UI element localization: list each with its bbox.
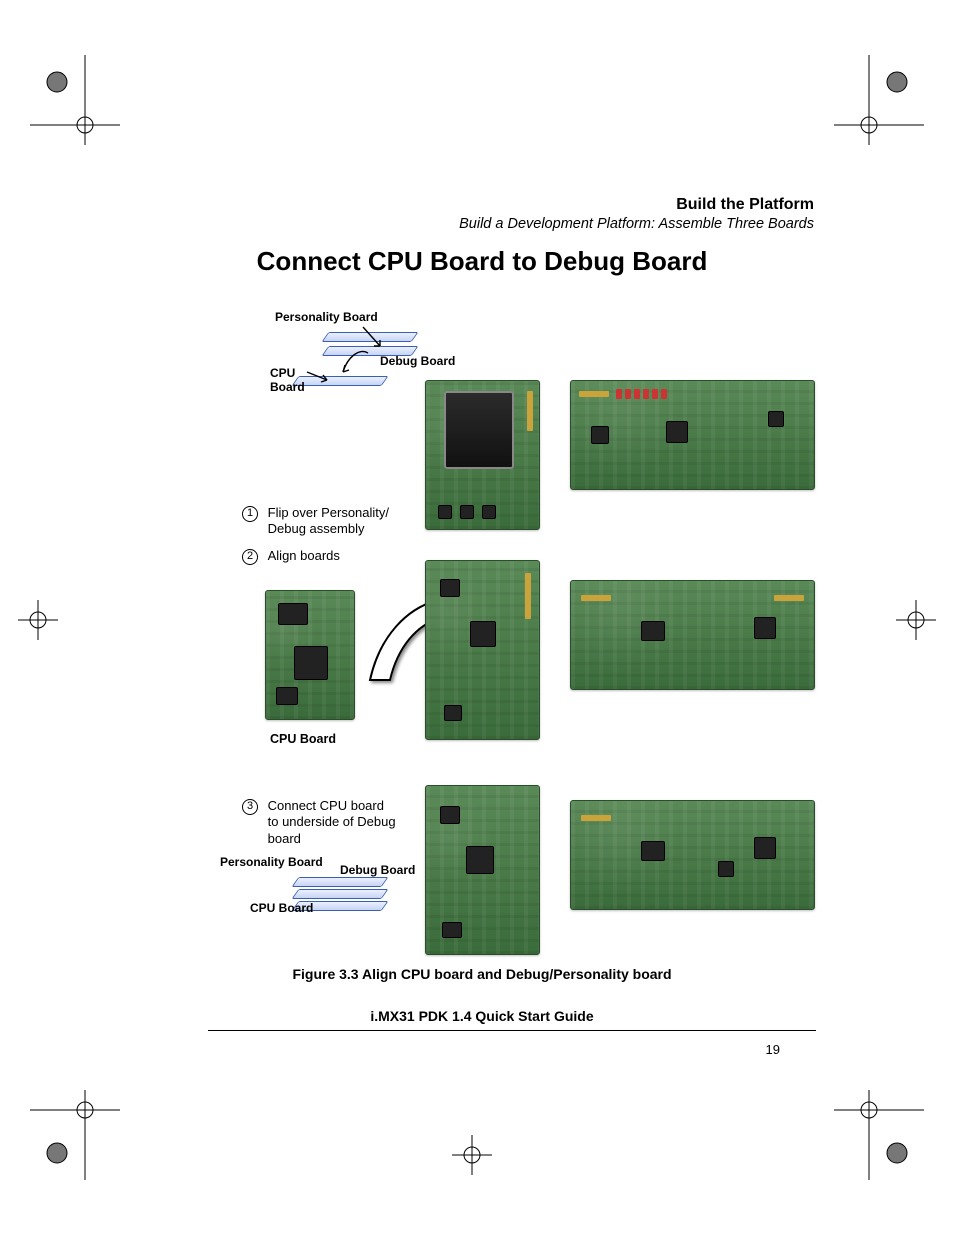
guide-title: i.MX31 PDK 1.4 Quick Start Guide [150,1008,814,1024]
pointer-arrow-icon [360,324,390,350]
label-debug-board: Debug Board [340,863,415,877]
board-stack-diagram: Personality Board Debug Board CPU Board [210,855,380,945]
crop-mark-icon [452,1135,492,1175]
page-number: 19 [766,1042,780,1057]
assembled-stack-photo [425,785,540,955]
crop-mark-icon [834,1090,924,1180]
personality-board-photo [425,380,540,530]
chapter-title: Build the Platform [459,196,814,214]
label-personality-board: Personality Board [275,310,378,324]
cpu-board-photo [265,590,355,720]
section-subtitle: Build a Development Platform: Assemble T… [459,216,814,232]
step-text: Flip over Personality/ Debug assembly [268,505,398,538]
footer-rule [208,1030,816,1031]
label-debug-board: Debug Board [380,354,455,368]
label-cpu-board: CPU Board [270,732,336,746]
label-cpu-board: CPU Board [250,901,313,915]
label-cpu: CPU [270,366,295,380]
debug-board-photo [570,380,815,490]
step-number-badge: 1 [242,506,258,522]
label-board: Board [270,380,305,394]
label-personality-board: Personality Board [220,855,323,869]
step-number-badge: 2 [242,549,258,565]
crop-mark-icon [896,600,936,640]
step-2: 2 Align boards [242,548,340,565]
debug-board-underside-photo [570,580,815,690]
crop-mark-icon [18,600,58,640]
crop-mark-icon [30,1090,120,1180]
board-stack-diagram: Personality Board Debug Board CPU Board [210,310,380,400]
step-text: Align boards [268,548,340,564]
page-heading: Connect CPU Board to Debug Board [150,246,814,277]
pointer-arrow-icon [305,368,331,386]
step-1: 1 Flip over Personality/ Debug assembly [242,505,402,538]
crop-mark-icon [834,55,924,145]
pointer-arrow-icon [340,350,374,376]
figure-3-3: Personality Board Debug Board CPU Board … [150,300,814,960]
crop-mark-icon [30,55,120,145]
step-text: Connect CPU board to underside of Debug … [268,798,398,847]
running-head: Build the Platform Build a Development P… [459,196,814,232]
assembled-debug-side-photo [570,800,815,910]
step-number-badge: 3 [242,799,258,815]
figure-caption: Figure 3.3 Align CPU board and Debug/Per… [150,966,814,982]
assembly-underside-photo [425,560,540,740]
step-3: 3 Connect CPU board to underside of Debu… [242,798,402,847]
document-page: Build the Platform Build a Development P… [0,0,954,1235]
